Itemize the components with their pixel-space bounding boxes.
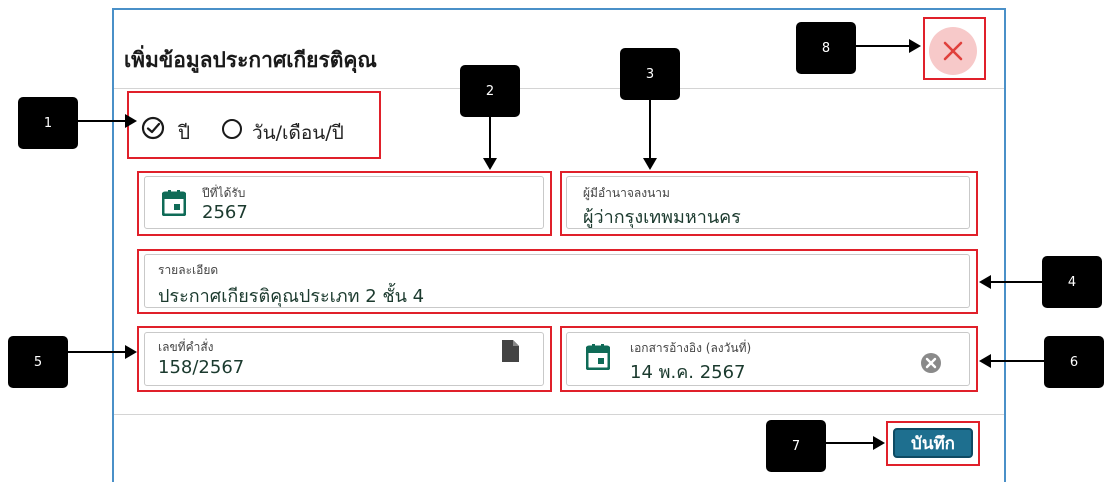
year-value: 2567 [202, 202, 248, 223]
radio-full-date-label: วัน/เดือน/ปี [252, 122, 344, 144]
authority-value: ผู้ว่ากรุงเทพมหานคร [583, 207, 741, 228]
document-icon[interactable] [501, 339, 520, 363]
arrow-7 [826, 442, 874, 444]
footer-divider [114, 414, 1004, 415]
arrow-8-head [909, 39, 921, 53]
marker-5: 5 [8, 336, 68, 388]
radio-empty-icon [222, 119, 242, 139]
marker-4: 4 [1042, 256, 1102, 308]
order-no-value: 158/2567 [158, 357, 245, 378]
arrow-1-head [125, 114, 137, 128]
authority-label: ผู้มีอำนาจลงนาม [583, 186, 670, 200]
arrow-7-head [873, 436, 885, 450]
year-label: ปีที่ได้รับ [202, 186, 246, 200]
ref-doc-label: เอกสารอ้างอิง (ลงวันที่) [630, 341, 752, 355]
radio-year-label: ปี [178, 122, 191, 144]
calendar-icon[interactable] [162, 190, 186, 216]
dialog-title: เพิ่มข้อมูลประกาศเกียรติคุณ [124, 48, 377, 72]
arrow-2 [489, 117, 491, 159]
arrow-1 [78, 120, 126, 122]
check-circle-icon [141, 116, 165, 140]
clear-icon[interactable] [920, 352, 942, 374]
marker-2: 2 [460, 65, 520, 117]
highlight-close [923, 17, 986, 80]
detail-value: ประกาศเกียรติคุณประเภท 2 ชั้น 4 [158, 286, 425, 307]
detail-label: รายละเอียด [158, 263, 219, 277]
order-no-label: เลขที่คำสั่ง [158, 340, 214, 354]
radio-full-date[interactable] [221, 118, 243, 144]
ref-doc-value: 14 พ.ค. 2567 [630, 362, 746, 383]
arrow-3 [649, 100, 651, 159]
marker-1: 1 [18, 97, 78, 149]
highlight-save [886, 421, 980, 466]
arrow-5-head [125, 345, 137, 359]
marker-3: 3 [620, 48, 680, 100]
marker-8: 8 [796, 22, 856, 74]
highlight-year [137, 171, 552, 236]
highlight-ref-doc [560, 326, 978, 392]
radio-year[interactable] [140, 115, 166, 145]
arrow-2-head [483, 158, 497, 170]
arrow-5 [68, 351, 126, 353]
header-divider [114, 88, 1004, 89]
marker-7: 7 [766, 420, 826, 472]
arrow-3-head [643, 158, 657, 170]
dialog: เพิ่มข้อมูลประกาศเกียรติคุณ [112, 8, 1006, 482]
arrow-4-head [979, 275, 991, 289]
marker-6: 6 [1044, 336, 1104, 388]
arrow-4 [990, 281, 1042, 283]
arrow-8 [856, 45, 910, 47]
arrow-6-head [979, 354, 991, 368]
arrow-6 [990, 360, 1044, 362]
calendar-icon[interactable] [586, 344, 610, 370]
